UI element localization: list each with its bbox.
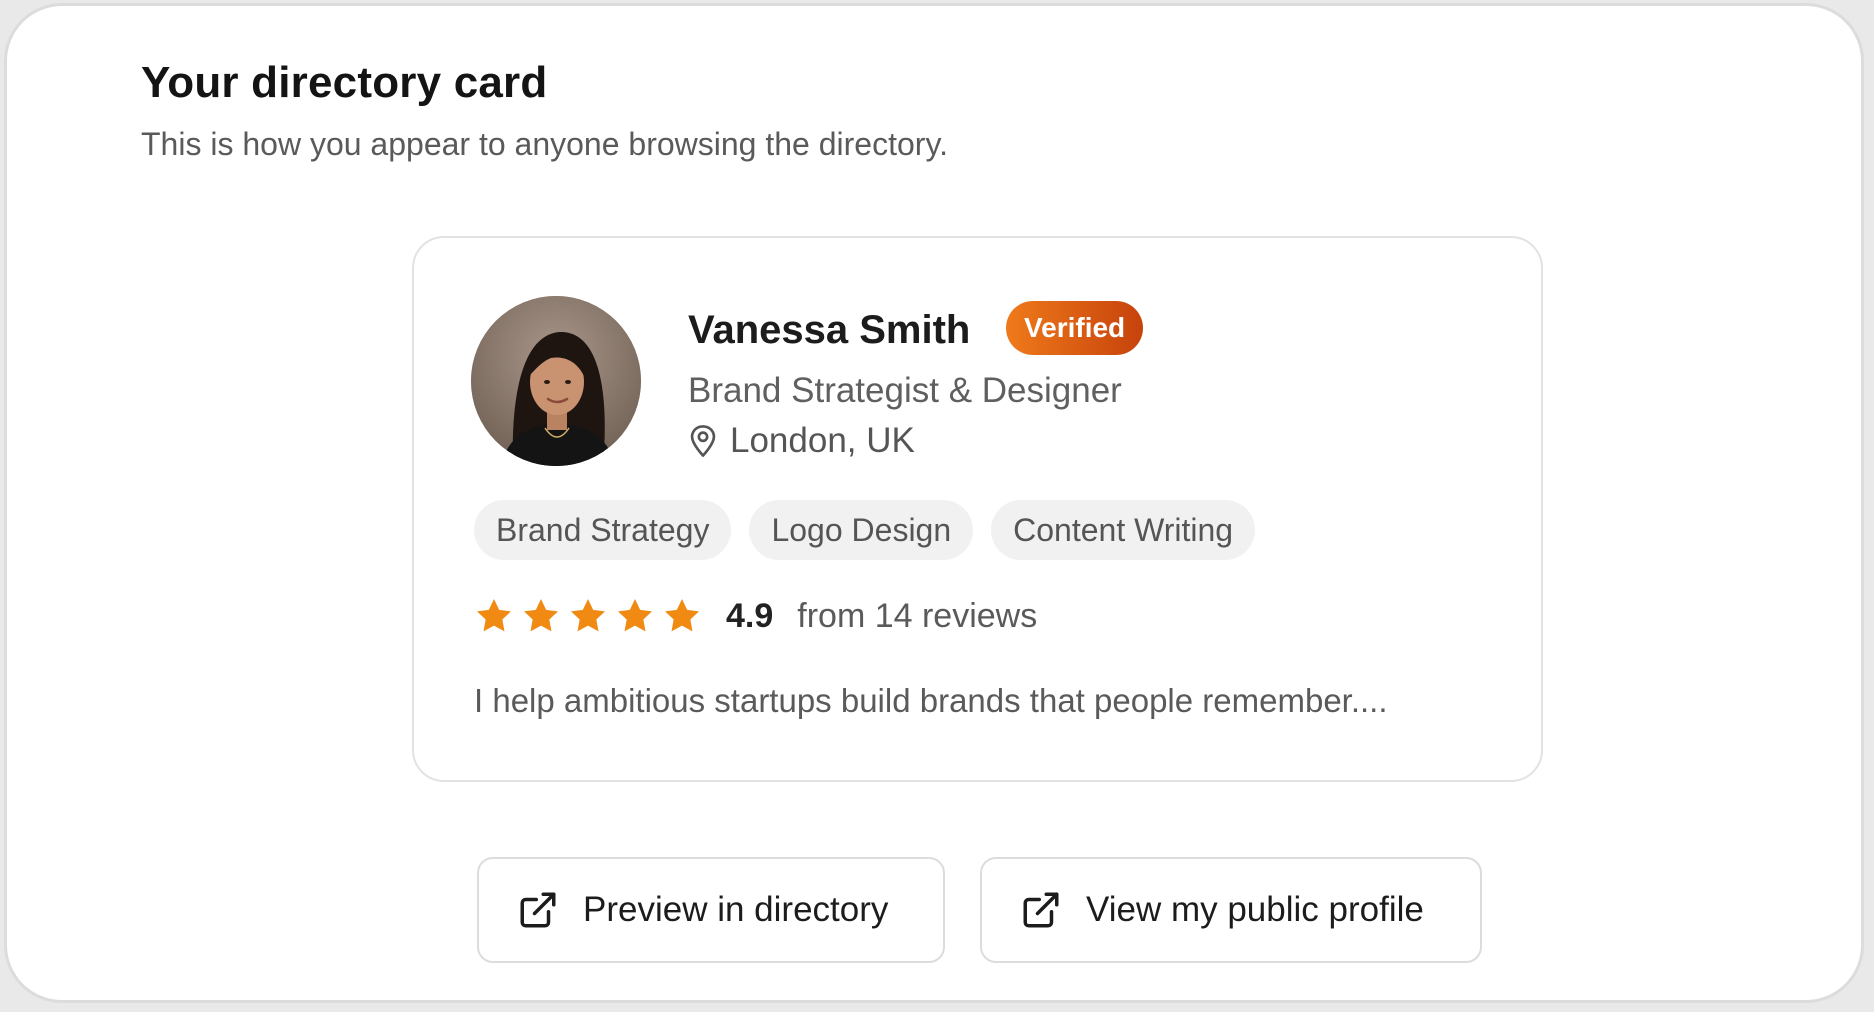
tag-content-writing: Content Writing bbox=[991, 500, 1256, 560]
map-pin-icon bbox=[690, 425, 716, 457]
directory-card-panel: Your directory card This is how you appe… bbox=[4, 3, 1864, 1003]
star-rating bbox=[474, 596, 702, 636]
star-icon bbox=[571, 599, 605, 632]
public-profile-button-label: View my public profile bbox=[1086, 890, 1424, 929]
profile-card: Vanessa Smith Verified Brand Strategist … bbox=[412, 236, 1543, 782]
tag-brand-strategy: Brand Strategy bbox=[474, 500, 732, 560]
rating: 4.9 from 14 reviews bbox=[474, 596, 1037, 636]
rating-score: 4.9 bbox=[726, 596, 774, 635]
profile-name: Vanessa Smith bbox=[688, 308, 971, 352]
profile-location: London, UK bbox=[688, 421, 915, 461]
avatar-image bbox=[471, 296, 641, 466]
location-label: London, UK bbox=[730, 421, 915, 460]
star-icon bbox=[477, 599, 511, 632]
profile-bio: I help ambitious startups build brands t… bbox=[474, 682, 1388, 719]
external-link-icon bbox=[1023, 892, 1059, 928]
skill-tags: Brand Strategy Logo Design Content Writi… bbox=[474, 500, 1256, 560]
avatar bbox=[471, 296, 641, 466]
section-subtitle: This is how you appear to anyone browsin… bbox=[141, 126, 948, 162]
preview-in-directory-button[interactable]: Preview in directory bbox=[477, 857, 945, 963]
review-count: from 14 reviews bbox=[797, 596, 1038, 635]
star-icon bbox=[524, 599, 558, 632]
profile-role: Brand Strategist & Designer bbox=[688, 371, 1122, 410]
view-public-profile-button[interactable]: View my public profile bbox=[980, 857, 1482, 963]
star-icon bbox=[618, 599, 652, 632]
section-title: Your directory card bbox=[141, 58, 548, 107]
star-icon bbox=[665, 599, 699, 632]
external-link-icon bbox=[520, 892, 556, 928]
preview-button-label: Preview in directory bbox=[583, 890, 889, 929]
verified-badge: Verified bbox=[1006, 301, 1144, 355]
tag-logo-design: Logo Design bbox=[749, 500, 974, 560]
